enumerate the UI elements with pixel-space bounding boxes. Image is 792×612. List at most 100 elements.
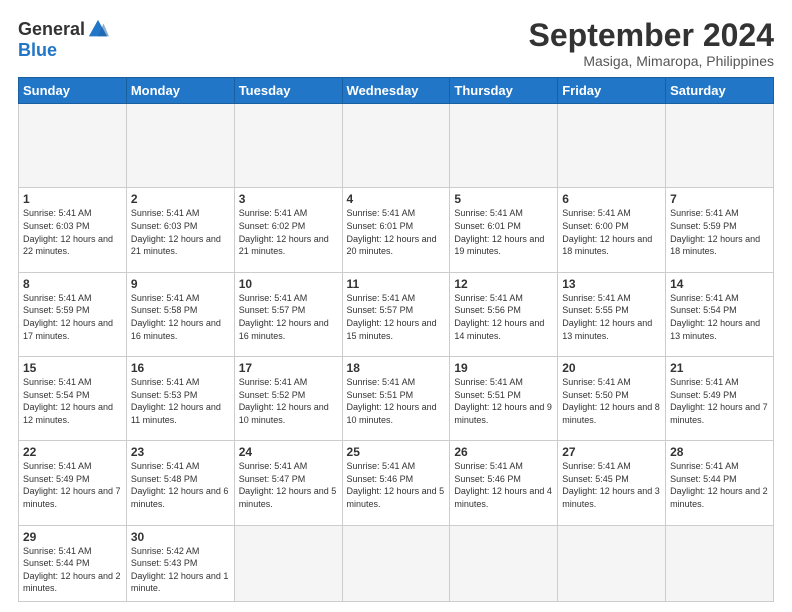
day-number: 27 bbox=[562, 445, 661, 459]
day-info: Sunrise: 5:41 AMSunset: 5:57 PMDaylight:… bbox=[239, 292, 338, 342]
day-info: Sunrise: 5:41 AMSunset: 5:58 PMDaylight:… bbox=[131, 292, 230, 342]
table-row: 4Sunrise: 5:41 AMSunset: 6:01 PMDaylight… bbox=[342, 188, 450, 272]
day-number: 29 bbox=[23, 530, 122, 544]
day-number: 21 bbox=[670, 361, 769, 375]
calendar-row: 15Sunrise: 5:41 AMSunset: 5:54 PMDayligh… bbox=[19, 356, 774, 440]
calendar-row: 8Sunrise: 5:41 AMSunset: 5:59 PMDaylight… bbox=[19, 272, 774, 356]
day-number: 14 bbox=[670, 277, 769, 291]
day-number: 13 bbox=[562, 277, 661, 291]
col-thursday: Thursday bbox=[450, 78, 558, 104]
day-number: 23 bbox=[131, 445, 230, 459]
day-number: 3 bbox=[239, 192, 338, 206]
table-row: 13Sunrise: 5:41 AMSunset: 5:55 PMDayligh… bbox=[558, 272, 666, 356]
table-row bbox=[450, 525, 558, 601]
table-row bbox=[19, 104, 127, 188]
table-row: 23Sunrise: 5:41 AMSunset: 5:48 PMDayligh… bbox=[126, 441, 234, 525]
table-row: 30Sunrise: 5:42 AMSunset: 5:43 PMDayligh… bbox=[126, 525, 234, 601]
table-row: 29Sunrise: 5:41 AMSunset: 5:44 PMDayligh… bbox=[19, 525, 127, 601]
day-number: 9 bbox=[131, 277, 230, 291]
day-info: Sunrise: 5:41 AMSunset: 5:52 PMDaylight:… bbox=[239, 376, 338, 426]
table-row: 12Sunrise: 5:41 AMSunset: 5:56 PMDayligh… bbox=[450, 272, 558, 356]
day-info: Sunrise: 5:41 AMSunset: 5:56 PMDaylight:… bbox=[454, 292, 553, 342]
day-info: Sunrise: 5:41 AMSunset: 5:59 PMDaylight:… bbox=[670, 207, 769, 257]
calendar-body: 1Sunrise: 5:41 AMSunset: 6:03 PMDaylight… bbox=[19, 104, 774, 602]
day-number: 6 bbox=[562, 192, 661, 206]
header: General Blue September 2024 Masiga, Mima… bbox=[18, 18, 774, 69]
col-tuesday: Tuesday bbox=[234, 78, 342, 104]
table-row bbox=[342, 104, 450, 188]
day-info: Sunrise: 5:41 AMSunset: 5:46 PMDaylight:… bbox=[454, 460, 553, 510]
day-number: 10 bbox=[239, 277, 338, 291]
day-info: Sunrise: 5:41 AMSunset: 5:55 PMDaylight:… bbox=[562, 292, 661, 342]
day-number: 20 bbox=[562, 361, 661, 375]
day-info: Sunrise: 5:41 AMSunset: 5:54 PMDaylight:… bbox=[670, 292, 769, 342]
day-info: Sunrise: 5:41 AMSunset: 6:01 PMDaylight:… bbox=[347, 207, 446, 257]
table-row: 24Sunrise: 5:41 AMSunset: 5:47 PMDayligh… bbox=[234, 441, 342, 525]
title-area: September 2024 Masiga, Mimaropa, Philipp… bbox=[529, 18, 774, 69]
logo-icon bbox=[87, 18, 109, 40]
day-number: 5 bbox=[454, 192, 553, 206]
table-row bbox=[558, 525, 666, 601]
table-row: 16Sunrise: 5:41 AMSunset: 5:53 PMDayligh… bbox=[126, 356, 234, 440]
col-friday: Friday bbox=[558, 78, 666, 104]
day-info: Sunrise: 5:41 AMSunset: 5:57 PMDaylight:… bbox=[347, 292, 446, 342]
table-row: 9Sunrise: 5:41 AMSunset: 5:58 PMDaylight… bbox=[126, 272, 234, 356]
table-row: 1Sunrise: 5:41 AMSunset: 6:03 PMDaylight… bbox=[19, 188, 127, 272]
day-info: Sunrise: 5:41 AMSunset: 6:01 PMDaylight:… bbox=[454, 207, 553, 257]
day-info: Sunrise: 5:41 AMSunset: 5:51 PMDaylight:… bbox=[347, 376, 446, 426]
day-number: 26 bbox=[454, 445, 553, 459]
month-title: September 2024 bbox=[529, 18, 774, 53]
logo-blue-text: Blue bbox=[18, 40, 57, 61]
table-row: 14Sunrise: 5:41 AMSunset: 5:54 PMDayligh… bbox=[666, 272, 774, 356]
day-info: Sunrise: 5:42 AMSunset: 5:43 PMDaylight:… bbox=[131, 545, 230, 595]
day-info: Sunrise: 5:41 AMSunset: 5:45 PMDaylight:… bbox=[562, 460, 661, 510]
logo-general-text: General bbox=[18, 19, 85, 40]
table-row: 25Sunrise: 5:41 AMSunset: 5:46 PMDayligh… bbox=[342, 441, 450, 525]
table-row bbox=[666, 525, 774, 601]
table-row: 20Sunrise: 5:41 AMSunset: 5:50 PMDayligh… bbox=[558, 356, 666, 440]
day-number: 15 bbox=[23, 361, 122, 375]
day-number: 22 bbox=[23, 445, 122, 459]
table-row bbox=[234, 104, 342, 188]
table-row bbox=[126, 104, 234, 188]
calendar-header-row: Sunday Monday Tuesday Wednesday Thursday… bbox=[19, 78, 774, 104]
table-row: 26Sunrise: 5:41 AMSunset: 5:46 PMDayligh… bbox=[450, 441, 558, 525]
day-number: 8 bbox=[23, 277, 122, 291]
day-number: 16 bbox=[131, 361, 230, 375]
calendar-row bbox=[19, 104, 774, 188]
table-row bbox=[666, 104, 774, 188]
day-number: 2 bbox=[131, 192, 230, 206]
day-info: Sunrise: 5:41 AMSunset: 5:53 PMDaylight:… bbox=[131, 376, 230, 426]
col-sunday: Sunday bbox=[19, 78, 127, 104]
day-number: 25 bbox=[347, 445, 446, 459]
day-info: Sunrise: 5:41 AMSunset: 5:46 PMDaylight:… bbox=[347, 460, 446, 510]
day-info: Sunrise: 5:41 AMSunset: 5:54 PMDaylight:… bbox=[23, 376, 122, 426]
table-row: 2Sunrise: 5:41 AMSunset: 6:03 PMDaylight… bbox=[126, 188, 234, 272]
table-row: 22Sunrise: 5:41 AMSunset: 5:49 PMDayligh… bbox=[19, 441, 127, 525]
day-number: 19 bbox=[454, 361, 553, 375]
day-number: 7 bbox=[670, 192, 769, 206]
table-row: 5Sunrise: 5:41 AMSunset: 6:01 PMDaylight… bbox=[450, 188, 558, 272]
table-row bbox=[558, 104, 666, 188]
day-info: Sunrise: 5:41 AMSunset: 5:44 PMDaylight:… bbox=[23, 545, 122, 595]
table-row: 21Sunrise: 5:41 AMSunset: 5:49 PMDayligh… bbox=[666, 356, 774, 440]
calendar-row: 29Sunrise: 5:41 AMSunset: 5:44 PMDayligh… bbox=[19, 525, 774, 601]
col-saturday: Saturday bbox=[666, 78, 774, 104]
day-info: Sunrise: 5:41 AMSunset: 5:44 PMDaylight:… bbox=[670, 460, 769, 510]
col-monday: Monday bbox=[126, 78, 234, 104]
table-row: 17Sunrise: 5:41 AMSunset: 5:52 PMDayligh… bbox=[234, 356, 342, 440]
day-info: Sunrise: 5:41 AMSunset: 5:49 PMDaylight:… bbox=[23, 460, 122, 510]
page: General Blue September 2024 Masiga, Mima… bbox=[0, 0, 792, 612]
table-row bbox=[450, 104, 558, 188]
day-info: Sunrise: 5:41 AMSunset: 6:02 PMDaylight:… bbox=[239, 207, 338, 257]
day-number: 30 bbox=[131, 530, 230, 544]
day-number: 12 bbox=[454, 277, 553, 291]
calendar-row: 1Sunrise: 5:41 AMSunset: 6:03 PMDaylight… bbox=[19, 188, 774, 272]
table-row: 7Sunrise: 5:41 AMSunset: 5:59 PMDaylight… bbox=[666, 188, 774, 272]
day-info: Sunrise: 5:41 AMSunset: 5:50 PMDaylight:… bbox=[562, 376, 661, 426]
day-number: 24 bbox=[239, 445, 338, 459]
table-row: 10Sunrise: 5:41 AMSunset: 5:57 PMDayligh… bbox=[234, 272, 342, 356]
table-row: 27Sunrise: 5:41 AMSunset: 5:45 PMDayligh… bbox=[558, 441, 666, 525]
calendar: Sunday Monday Tuesday Wednesday Thursday… bbox=[18, 77, 774, 602]
table-row: 18Sunrise: 5:41 AMSunset: 5:51 PMDayligh… bbox=[342, 356, 450, 440]
